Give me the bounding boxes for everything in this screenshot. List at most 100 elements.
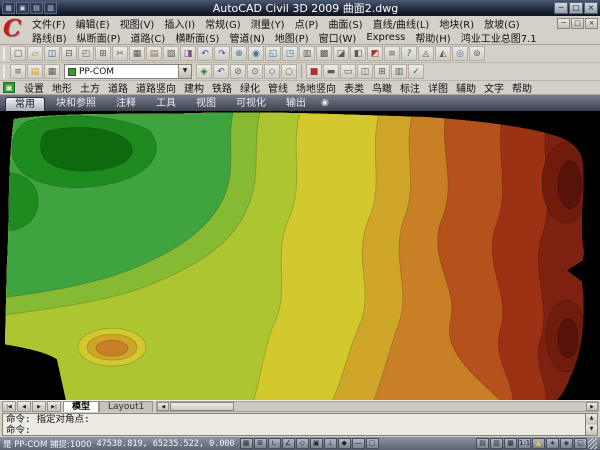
publish-icon[interactable]: ⊞ — [95, 46, 111, 61]
snap-toggle[interactable]: ▦ — [240, 438, 253, 449]
quick-calc-icon[interactable]: ≡ — [384, 46, 400, 61]
menu-item[interactable]: 文件(F) — [27, 16, 71, 31]
otrack-toggle[interactable]: ▣ — [310, 438, 323, 449]
menu-item[interactable]: 常规(G) — [200, 16, 246, 31]
app-icon[interactable]: ▦ — [2, 2, 15, 14]
menu-item[interactable]: Express — [361, 32, 410, 43]
menu-item[interactable]: 管道(N) — [224, 30, 269, 45]
last-tab-button[interactable]: ▶| — [47, 401, 61, 412]
quick-view-drawings-button[interactable]: ▦ — [504, 438, 517, 449]
workspace-icon[interactable]: ⊚ — [469, 46, 485, 61]
polar-toggle[interactable]: ∠ — [282, 438, 295, 449]
toolbar-handle[interactable] — [3, 65, 6, 78]
hongye-menu-item[interactable]: 设置 — [20, 81, 48, 95]
first-tab-button[interactable]: |◀ — [2, 401, 16, 412]
sys-window-icon-3[interactable]: ▥ — [44, 2, 57, 14]
scroll-right-icon[interactable]: ▶ — [586, 402, 598, 411]
workspace-switch-button[interactable]: ∗ — [546, 438, 559, 449]
quick-view-layouts-button[interactable]: ▥ — [490, 438, 503, 449]
menu-item[interactable]: 测量(Y) — [246, 16, 290, 31]
menu-item[interactable]: 横断面(S) — [170, 30, 224, 45]
match-properties-icon[interactable]: ▧ — [163, 46, 179, 61]
design-center-icon[interactable]: ▩ — [316, 46, 332, 61]
paste-icon[interactable]: ▤ — [146, 46, 162, 61]
qnew-icon[interactable]: ▢ — [10, 46, 26, 61]
plot-icon[interactable]: ⊟ — [61, 46, 77, 61]
annotation-autoscale-button[interactable]: ▲ — [532, 438, 545, 449]
sys-window-icon-2[interactable]: ▤ — [30, 2, 43, 14]
scrollbar-thumb[interactable] — [170, 402, 234, 411]
hongye-menu-item[interactable]: 道路竖向 — [132, 81, 180, 95]
mdi-minimize-button[interactable]: ─ — [557, 18, 570, 29]
resize-grip[interactable] — [588, 438, 597, 449]
menu-item[interactable]: 纵断面(P) — [72, 30, 126, 45]
orbit-icon[interactable]: ◎ — [452, 46, 468, 61]
command-input[interactable]: 命令: 指定对角点: 命令: — [2, 413, 585, 436]
layer-off-icon[interactable]: ○ — [281, 64, 297, 79]
properties-icon[interactable]: ▥ — [299, 46, 315, 61]
redo-icon[interactable]: ↷ — [214, 46, 230, 61]
hongye-menu-item[interactable]: 表类 — [340, 81, 368, 95]
hongye-menu-item[interactable]: 绿化 — [236, 81, 264, 95]
table-icon[interactable]: ⊞ — [374, 64, 390, 79]
markup-icon[interactable]: ◩ — [367, 46, 383, 61]
lineweight-icon[interactable]: ▭ — [340, 64, 356, 79]
prev-tab-button[interactable]: ◀ — [17, 401, 31, 412]
pan-icon[interactable]: ⊕ — [231, 46, 247, 61]
plot-preview-icon[interactable]: ◰ — [78, 46, 94, 61]
color-control-icon[interactable]: ■ — [306, 64, 322, 79]
tool-palettes-icon[interactable]: ◪ — [333, 46, 349, 61]
scroll-up-icon[interactable]: ▲ — [586, 414, 597, 424]
plot-style-icon[interactable]: ◫ — [357, 64, 373, 79]
undo-icon[interactable]: ↶ — [197, 46, 213, 61]
menu-item[interactable]: 点(P) — [290, 16, 324, 31]
menu-item[interactable]: 视图(V) — [115, 16, 160, 31]
command-scrollbar[interactable]: ▲ ▼ — [585, 413, 598, 436]
dyn-toggle[interactable]: ◆ — [338, 438, 351, 449]
field-icon[interactable]: ▥ — [391, 64, 407, 79]
ribbon-tab[interactable]: 块和参照 — [47, 97, 105, 111]
hongye-menu-item[interactable]: 地形 — [48, 81, 76, 95]
sheet-set-icon[interactable]: ◧ — [350, 46, 366, 61]
hongye-menu-item[interactable]: 鸟瞰 — [368, 81, 396, 95]
menu-item[interactable]: 直线/曲线(L) — [368, 16, 435, 31]
scroll-left-icon[interactable]: ◀ — [157, 402, 169, 411]
hongye-menu-item[interactable]: 土方 — [76, 81, 104, 95]
ribbon-tab[interactable]: 常用 — [5, 97, 45, 111]
hongye-menu-item[interactable]: 铁路 — [208, 81, 236, 95]
layer-unisolate-icon[interactable]: ⊙ — [247, 64, 263, 79]
ducs-toggle[interactable]: ⊥ — [324, 438, 337, 449]
next-tab-button[interactable]: ▶ — [32, 401, 46, 412]
layer-freeze-icon[interactable]: ◇ — [264, 64, 280, 79]
qp-toggle[interactable]: ▢ — [366, 438, 379, 449]
spell-check-icon[interactable]: ✓ — [408, 64, 424, 79]
hongye-menu-item[interactable]: 文字 — [480, 81, 508, 95]
hongye-menu-item[interactable]: 管线 — [264, 81, 292, 95]
mdi-close-button[interactable]: × — [585, 18, 598, 29]
menu-item[interactable]: 编辑(E) — [71, 16, 115, 31]
menu-item[interactable]: 窗口(W) — [314, 30, 362, 45]
layer-states-icon[interactable]: ▦ — [44, 64, 60, 79]
menu-item[interactable]: 鸿业工业总图7.1 — [456, 30, 542, 45]
menu-item[interactable]: 路线(B) — [27, 30, 72, 45]
open-icon[interactable]: ▱ — [27, 46, 43, 61]
block-editor-icon[interactable]: ◨ — [180, 46, 196, 61]
menu-item[interactable]: 地块(R) — [434, 16, 479, 31]
layout-tab[interactable]: Layout1 — [99, 401, 153, 412]
sys-window-icon-1[interactable]: ▣ — [16, 2, 29, 14]
lock-button[interactable]: ◈ — [560, 438, 573, 449]
menu-item[interactable]: 道路(C) — [126, 30, 171, 45]
hongye-menu-item[interactable]: 标注 — [396, 81, 424, 95]
help-icon[interactable]: ? — [401, 46, 417, 61]
clean-screen-button[interactable]: ◱ — [574, 438, 587, 449]
cut-icon[interactable]: ✂ — [112, 46, 128, 61]
ribbon-tab[interactable]: 注释 — [107, 97, 145, 111]
hongye-menu-item[interactable]: 场地竖向 — [292, 81, 340, 95]
menu-item[interactable]: 曲面(S) — [323, 16, 367, 31]
model-space-button[interactable]: ▤ — [476, 438, 489, 449]
ribbon-tab[interactable]: 可视化 — [227, 97, 275, 111]
save-icon[interactable]: ◫ — [44, 46, 60, 61]
menu-item[interactable]: 放坡(G) — [479, 16, 525, 31]
menu-item[interactable]: 插入(I) — [159, 16, 200, 31]
osnap-toggle[interactable]: ◇ — [296, 438, 309, 449]
